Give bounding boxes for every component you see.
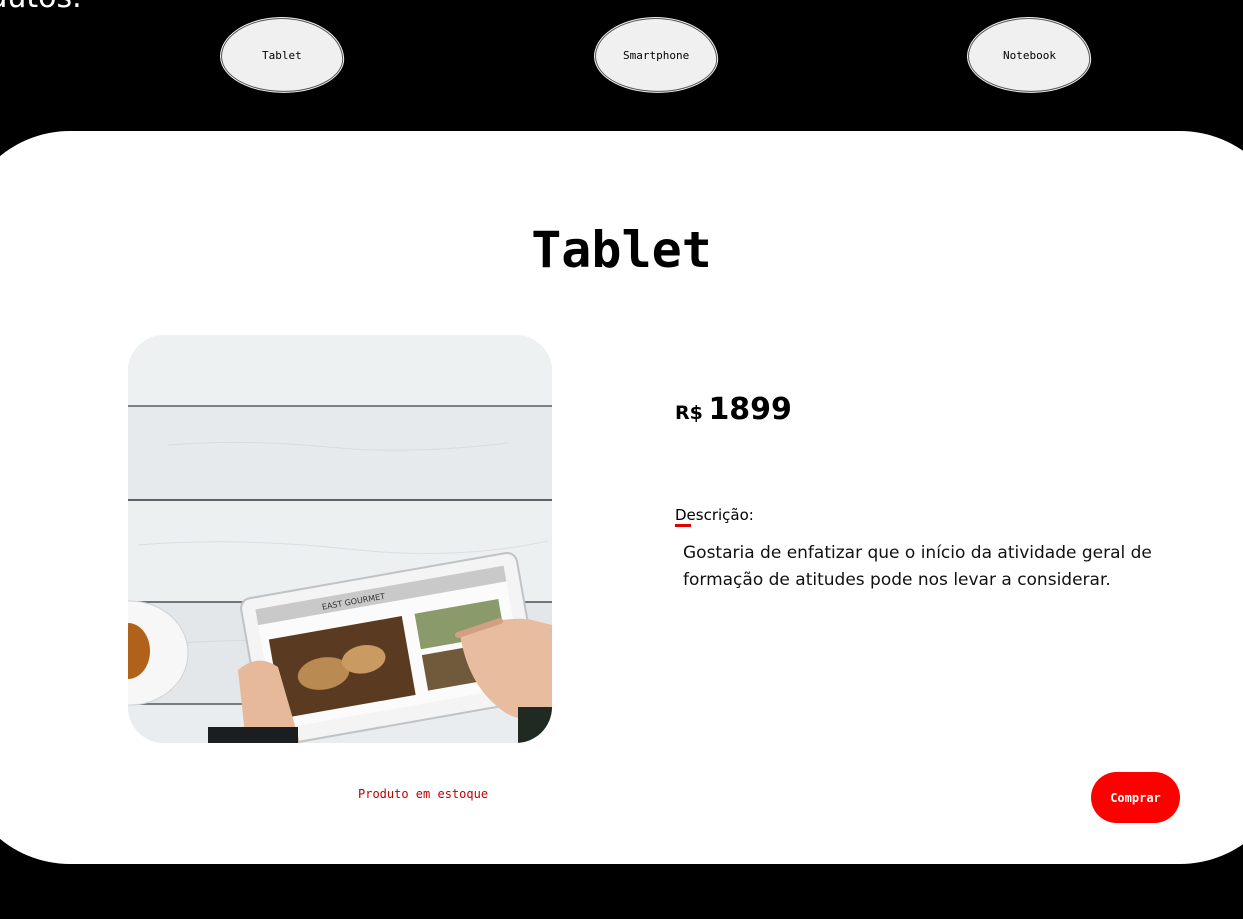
product-title: Tablet — [531, 221, 712, 279]
nav-button-tablet[interactable]: Tablet — [219, 15, 345, 95]
product-photo: EAST GOURMET — [128, 335, 552, 743]
description-underline — [675, 524, 691, 527]
price-amount: 1899 — [708, 392, 792, 427]
nav-button-notebook[interactable]: Notebook — [966, 15, 1092, 95]
nav-label-smartphone: Smartphone — [622, 48, 690, 62]
nav-label-tablet: Tablet — [262, 48, 302, 62]
description-label: Descrição: — [675, 506, 754, 524]
product-price: R$ 1899 — [675, 392, 792, 427]
nav-button-smartphone[interactable]: Smartphone — [593, 15, 719, 95]
description-text: Gostaria de enfatizar que o início da at… — [683, 543, 1152, 590]
page-heading: odutos. — [0, 0, 82, 18]
stock-status: Produto em estoque — [358, 787, 489, 801]
nav-label-notebook: Notebook — [1002, 48, 1056, 62]
buy-button[interactable]: Comprar — [1091, 772, 1180, 823]
price-currency: R$ — [675, 402, 703, 424]
